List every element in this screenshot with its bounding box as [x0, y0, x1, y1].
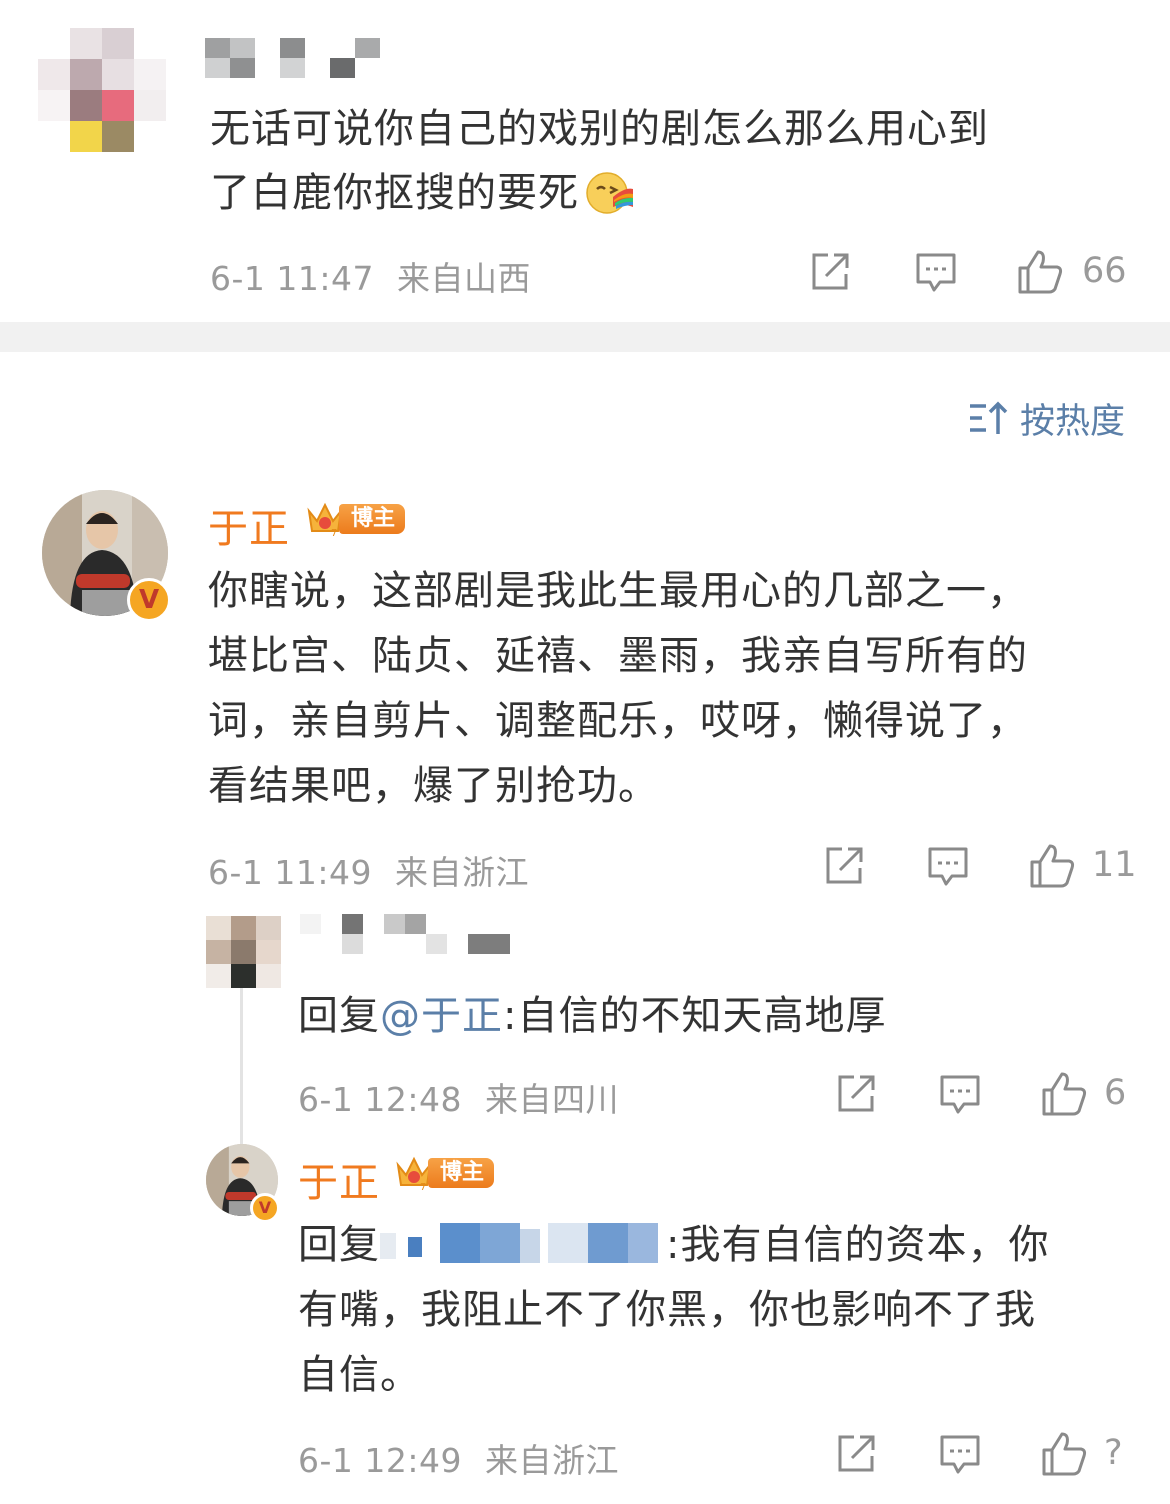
like-icon[interactable]	[1028, 842, 1076, 890]
reply-text-line: 有嘴，我阻止不了你黑，你也影响不了我	[298, 1287, 1036, 1333]
blogger-badge: 7 博主	[305, 500, 406, 539]
comment-location: 来自浙江	[395, 853, 529, 892]
comment-location: 来自山西	[397, 259, 531, 298]
comment-text-line: 堪比宫、陆贞、延禧、墨雨，我亲自写所有的	[208, 633, 1028, 679]
avatar[interactable]	[38, 28, 166, 152]
reply-text: 回复@于正:自信的不知天高地厚	[298, 983, 886, 1049]
reply-author[interactable]: 于正	[298, 1150, 380, 1208]
like-count: 11	[1092, 845, 1137, 885]
section-divider	[0, 322, 1170, 352]
reply-body: :自信的不知天高地厚	[503, 993, 887, 1039]
avatar[interactable]	[206, 916, 282, 988]
like-icon[interactable]	[1016, 248, 1064, 296]
comment-icon[interactable]	[938, 1432, 982, 1476]
svg-text:7: 7	[420, 1182, 426, 1193]
reply-prefix: 回复	[298, 1222, 380, 1268]
like-count: ?	[1104, 1433, 1123, 1473]
like-icon[interactable]	[1040, 1430, 1088, 1478]
sort-toggle[interactable]: 按热度	[968, 393, 1125, 444]
like-count: 6	[1104, 1073, 1127, 1113]
sort-icon	[968, 400, 1010, 438]
repost-icon[interactable]	[834, 1432, 878, 1476]
comment-text-line: 无话可说你自己的戏别的剧怎么那么用心到	[210, 106, 989, 152]
comment-icon[interactable]	[926, 844, 970, 888]
reply-text-line: 自信。	[298, 1352, 421, 1398]
reply-meta: 6-1 12:48 来自四川	[298, 1073, 619, 1121]
blogger-badge: 7 博主	[394, 1154, 495, 1193]
comment-text-line: 了白鹿你抠搜的要死	[210, 160, 635, 226]
verified-badge-icon: V	[250, 1193, 280, 1223]
comment-icon[interactable]	[938, 1072, 982, 1116]
comment-author[interactable]: 于正	[208, 496, 290, 554]
repost-icon[interactable]	[822, 844, 866, 888]
comment-text-fragment: 了白鹿你抠搜的要死	[210, 170, 579, 216]
blogger-badge-label: 博主	[339, 504, 406, 534]
comment-icon[interactable]	[914, 250, 958, 294]
reply-time: 6-1 12:49	[298, 1441, 462, 1480]
reply-text-line: 回复 :我有自信的资本，你	[298, 1212, 1049, 1278]
comment-meta: 6-1 11:47 来自山西	[210, 252, 531, 300]
reply-time: 6-1 12:48	[298, 1080, 462, 1119]
mention-link[interactable]: @于正	[380, 993, 503, 1039]
reply-location: 来自四川	[485, 1080, 619, 1119]
repost-icon[interactable]	[834, 1072, 878, 1116]
repost-icon[interactable]	[808, 250, 852, 294]
comment-text-line: 看结果吧，爆了别抢功。	[208, 763, 659, 809]
username-redacted[interactable]	[300, 914, 510, 954]
username-redacted[interactable]	[205, 38, 380, 78]
reply-prefix: 回复	[298, 993, 380, 1039]
redacted-mention[interactable]	[380, 1223, 680, 1263]
svg-text:7: 7	[331, 528, 337, 539]
blogger-badge-label: 博主	[428, 1158, 495, 1188]
comment-time: 6-1 11:49	[208, 853, 372, 892]
like-icon[interactable]	[1040, 1070, 1088, 1118]
reply-body: :我有自信的资本，你	[666, 1222, 1050, 1268]
thread-line	[240, 985, 243, 1145]
comment-text-line: 你瞎说，这部剧是我此生最用心的几部之一，	[208, 568, 1028, 614]
comment-time: 6-1 11:47	[210, 259, 374, 298]
reply-location: 来自浙江	[485, 1441, 619, 1480]
verified-badge-icon: V	[127, 578, 171, 622]
sort-label: 按热度	[1019, 402, 1125, 442]
comment-text-line: 词，亲自剪片、调整配乐，哎呀，懒得说了，	[208, 698, 1028, 744]
reply-meta: 6-1 12:49 来自浙江	[298, 1434, 619, 1482]
like-count: 66	[1082, 251, 1127, 291]
rainbow-vomit-emoji-icon	[583, 165, 635, 217]
comment-meta: 6-1 11:49 来自浙江	[208, 846, 529, 894]
